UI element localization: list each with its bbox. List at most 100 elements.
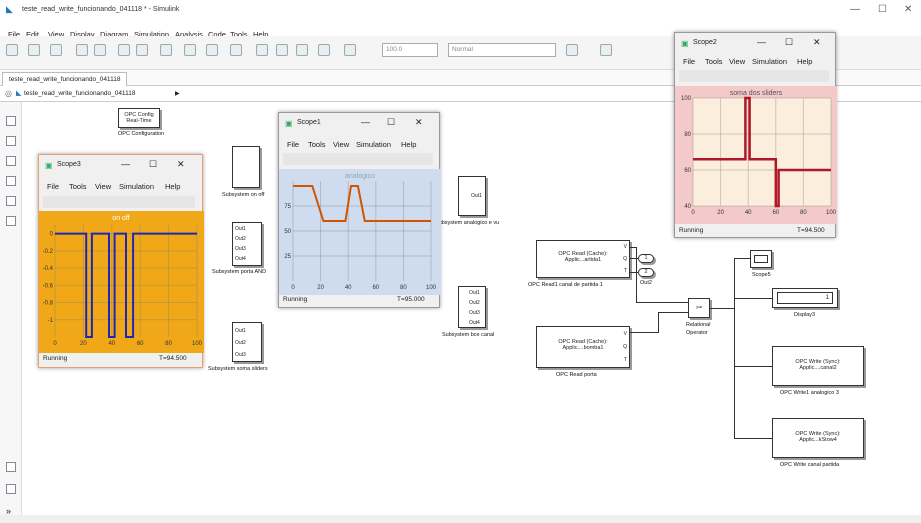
subsystem-porta-and-block[interactable]: Out1 Out2 Out3 Out4: [232, 222, 262, 266]
arrow-icon[interactable]: [6, 156, 16, 166]
up-icon[interactable]: [160, 44, 172, 56]
step-back-icon[interactable]: [256, 44, 268, 56]
scope3-window[interactable]: ▣ Scope3 — ☐ ✕ File Tools View Simulatio…: [38, 154, 204, 368]
y-tick-label: 75: [284, 204, 291, 210]
data-inspector-icon[interactable]: [344, 44, 356, 56]
image-icon[interactable]: [6, 196, 16, 206]
opc-write1-block[interactable]: OPC Write (Sync): Applic....canal2: [772, 346, 864, 386]
scope2-window[interactable]: ▣ Scope2 — ☐ ✕ File Tools View Simulatio…: [674, 32, 837, 238]
scope-menu-file[interactable]: File: [47, 182, 59, 191]
scope-menu-file[interactable]: File: [287, 140, 299, 149]
scope-menu-tools[interactable]: Tools: [308, 140, 326, 149]
close-button[interactable]: ✕: [813, 37, 821, 48]
forward-icon[interactable]: [136, 44, 148, 56]
maximize-button[interactable]: ☐: [785, 37, 793, 48]
close-button[interactable]: ✕: [177, 159, 185, 170]
signal-line[interactable]: [636, 302, 688, 303]
scope1-window[interactable]: ▣ Scope1 — ☐ ✕ File Tools View Simulatio…: [278, 112, 441, 308]
zoom-icon[interactable]: [6, 116, 16, 126]
scope-menu-simulation[interactable]: Simulation: [119, 182, 154, 191]
scope-menu-tools[interactable]: Tools: [69, 182, 87, 191]
save-icon[interactable]: [50, 44, 62, 56]
undo-icon[interactable]: [76, 44, 88, 56]
opc-write2-label: OPC Write canal partida: [780, 462, 840, 468]
opc-write2-block[interactable]: OPC Write (Sync): Applic...kStow4: [772, 418, 864, 458]
library-browser-icon[interactable]: [184, 44, 196, 56]
scope-icon: ▣: [45, 161, 53, 170]
scope-menu-view[interactable]: View: [95, 182, 111, 191]
signal-line[interactable]: [658, 312, 688, 313]
area-icon[interactable]: [6, 216, 16, 226]
tab-model[interactable]: teste_read_write_funcionando_041118: [2, 72, 128, 86]
fit-view-icon[interactable]: [6, 136, 16, 146]
maximize-button[interactable]: ☐: [149, 159, 157, 170]
minimize-button[interactable]: —: [850, 4, 860, 15]
scope-menu-help[interactable]: Help: [165, 182, 180, 191]
stop-icon[interactable]: [318, 44, 330, 56]
opc-read1-block[interactable]: OPC Read (Cache): Applic...artida1 V Q T: [536, 240, 630, 278]
minimize-button[interactable]: —: [121, 159, 130, 169]
scope-menu-file[interactable]: File: [683, 57, 695, 66]
subsystem-soma-block[interactable]: Out1 Out2 Out3: [232, 322, 262, 362]
signal-line[interactable]: [658, 312, 659, 333]
signal-line[interactable]: [636, 247, 637, 302]
subsystem-on-off-block[interactable]: [232, 146, 260, 188]
signal-line[interactable]: [630, 332, 658, 333]
scope-menu-simulation[interactable]: Simulation: [752, 57, 787, 66]
opc-write2-line2: Applic...kStow4: [799, 437, 837, 443]
build-icon[interactable]: [600, 44, 612, 56]
scope-menu-help[interactable]: Help: [797, 57, 812, 66]
outport-2[interactable]: 2: [638, 268, 654, 277]
maximize-button[interactable]: ☐: [387, 117, 395, 128]
scope2-time: T=94.500: [797, 227, 825, 234]
annotation-icon[interactable]: [6, 176, 16, 186]
minimize-button[interactable]: —: [361, 117, 370, 127]
scope1-time: T=95.000: [397, 296, 425, 303]
opc-write1-label: OPC Write1 analogico 3: [780, 390, 839, 396]
signal-line[interactable]: [734, 366, 772, 367]
signal-line[interactable]: [734, 258, 750, 259]
scope-toolbar[interactable]: [283, 153, 433, 165]
new-model-icon[interactable]: [6, 44, 18, 56]
pause-icon[interactable]: [276, 44, 288, 56]
opc-read1-line2: Applic...artida1: [564, 257, 602, 263]
x-tick-label: 40: [108, 341, 115, 347]
open-icon[interactable]: [28, 44, 40, 56]
signal-line[interactable]: [734, 438, 772, 439]
camera-icon[interactable]: [6, 462, 16, 472]
redo-icon[interactable]: [94, 44, 106, 56]
minimize-button[interactable]: —: [757, 37, 766, 47]
relational-operator-block[interactable]: >=: [688, 298, 710, 318]
model-advisor-icon[interactable]: [566, 44, 578, 56]
stop-time-input[interactable]: 100.0: [382, 43, 438, 57]
scope-menu-view[interactable]: View: [333, 140, 349, 149]
scope-menu-simulation[interactable]: Simulation: [356, 140, 391, 149]
signal-line[interactable]: [734, 258, 735, 438]
subsystem-bce-block[interactable]: Out1 Out2 Out3 Out4: [458, 286, 486, 328]
close-button[interactable]: ✕: [904, 4, 912, 15]
scope-menu-view[interactable]: View: [729, 57, 745, 66]
hide-explorer-icon[interactable]: ◎: [5, 89, 12, 98]
breadcrumb-model[interactable]: teste_read_write_funcionando_041118: [24, 90, 135, 97]
back-icon[interactable]: [118, 44, 130, 56]
signal-line[interactable]: [710, 308, 734, 309]
display3-block[interactable]: 1: [772, 288, 838, 308]
simulation-mode-select[interactable]: Normal: [448, 43, 556, 57]
y-tick-label: -0.4: [43, 266, 54, 272]
signal-line[interactable]: [734, 298, 772, 299]
scope5-block[interactable]: [750, 250, 772, 268]
scope-menu-tools[interactable]: Tools: [705, 57, 723, 66]
opc-read-porta-block[interactable]: OPC Read (Cache): Applic....bomba1 V Q T: [536, 326, 630, 368]
grid-icon[interactable]: [230, 44, 242, 56]
scope-menu-help[interactable]: Help: [401, 140, 416, 149]
scope-toolbar[interactable]: [43, 196, 195, 208]
scope-toolbar[interactable]: [679, 70, 829, 82]
outport-1[interactable]: 1: [638, 254, 654, 263]
maximize-button[interactable]: ☐: [878, 4, 887, 15]
model-config-icon[interactable]: [206, 44, 218, 56]
model-browser-icon[interactable]: [6, 484, 16, 494]
close-button[interactable]: ✕: [415, 117, 423, 128]
opc-config-block[interactable]: OPC Config Real-Time: [118, 108, 160, 128]
subsystem-analogico-block[interactable]: Out1: [458, 176, 486, 216]
step-forward-icon[interactable]: [296, 44, 308, 56]
